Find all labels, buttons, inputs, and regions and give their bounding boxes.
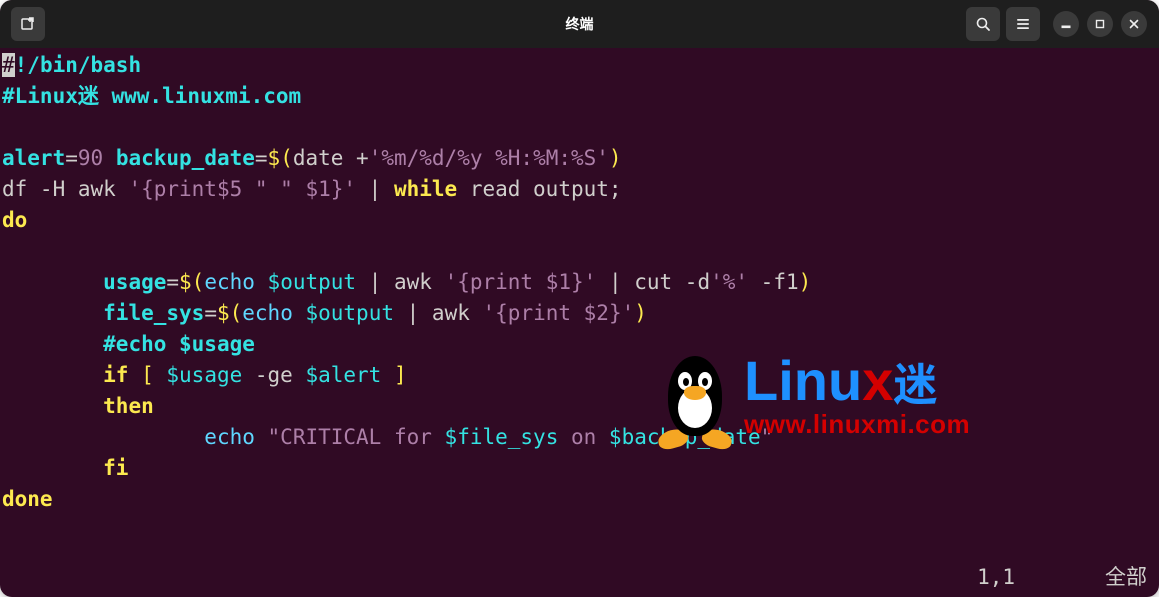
eq: =	[255, 146, 268, 170]
pipe-awk: | awk	[394, 301, 483, 325]
cursor-position: 1,1	[977, 562, 1015, 593]
str-open: "	[268, 425, 281, 449]
menu-button[interactable]	[1006, 7, 1040, 41]
str-close: "	[761, 425, 774, 449]
cmd-echo: echo	[204, 425, 267, 449]
titlebar: 终端	[0, 0, 1159, 48]
sub-close: )	[634, 301, 647, 325]
new-tab-button[interactable]	[11, 7, 45, 41]
str-on: on	[558, 425, 609, 449]
code-line-1: #!/bin/bash	[2, 50, 1157, 81]
var-file-sys: file_sys	[103, 301, 204, 325]
var-usage: usage	[103, 270, 166, 294]
shebang: !/bin/bash	[15, 53, 141, 77]
op-ge: -ge	[242, 363, 305, 387]
code-line-14: fi	[2, 453, 1157, 484]
eq: =	[65, 146, 78, 170]
search-icon	[975, 16, 991, 32]
var-usage: $usage	[166, 363, 242, 387]
hamburger-icon	[1015, 16, 1031, 32]
minimize-button[interactable]	[1053, 11, 1079, 37]
pct-string: '%'	[710, 270, 748, 294]
code-line-5: df -H awk '{print$5 " " $1}' | while rea…	[2, 174, 1157, 205]
indent	[2, 332, 103, 356]
var-alert: alert	[2, 146, 65, 170]
code-line-4: alert=90 backup_date=$(date +'%m/%d/%y %…	[2, 143, 1157, 174]
minimize-icon	[1060, 18, 1072, 30]
maximize-icon	[1094, 18, 1106, 30]
awk-string: '{print $1}'	[445, 270, 597, 294]
sub-open: $(	[268, 146, 293, 170]
pipe-awk: | awk	[356, 270, 445, 294]
awk-string: '{print$5 " " $1}'	[128, 177, 356, 201]
var-file-sys: $file_sys	[445, 425, 559, 449]
var-output: $output	[305, 301, 394, 325]
close-button[interactable]	[1121, 11, 1147, 37]
read-output: read output;	[457, 177, 621, 201]
indent	[2, 456, 103, 480]
cursor: #	[2, 53, 15, 77]
awk-string: '{print $2}'	[483, 301, 635, 325]
var-output: $output	[268, 270, 357, 294]
code-line-9: file_sys=$(echo $output | awk '{print $2…	[2, 298, 1157, 329]
bracket-open: [	[128, 363, 166, 387]
close-icon	[1128, 18, 1140, 30]
indent	[2, 301, 103, 325]
terminal-viewport[interactable]: #!/bin/bash #Linux迷 www.linuxmi.com aler…	[0, 48, 1159, 597]
code-line-12: then	[2, 391, 1157, 422]
code-line-15: done	[2, 484, 1157, 515]
pipe: |	[356, 177, 394, 201]
code-line-6: do	[2, 205, 1157, 236]
indent	[2, 363, 103, 387]
kw-while: while	[394, 177, 457, 201]
kw-if: if	[103, 363, 128, 387]
code-line-3	[2, 112, 1157, 143]
new-tab-icon	[20, 16, 36, 32]
vim-status: 1,1 全部	[977, 562, 1147, 593]
code-line-11: if [ $usage -ge $alert ]	[2, 360, 1157, 391]
sub-open: $(	[217, 301, 242, 325]
bracket-close: ]	[381, 363, 406, 387]
comment-echo-usage: #echo $usage	[103, 332, 255, 356]
cmd-date: date +	[293, 146, 369, 170]
cmd-echo: echo	[204, 270, 267, 294]
var-backup-date: $backup_date	[609, 425, 761, 449]
kw-then: then	[103, 394, 154, 418]
code-line-7	[2, 236, 1157, 267]
var-alert: $alert	[305, 363, 381, 387]
code-line-13: echo "CRITICAL for $file_sys on $backup_…	[2, 422, 1157, 453]
kw-fi: fi	[103, 456, 128, 480]
code-line-10: #echo $usage	[2, 329, 1157, 360]
indent	[2, 394, 103, 418]
cmd-echo: echo	[242, 301, 305, 325]
terminal-window: 终端 #!/bin/bash #Linux迷 www.linuxmi.com a…	[0, 0, 1159, 597]
code-line-8: usage=$(echo $output | awk '{print $1}' …	[2, 267, 1157, 298]
indent	[2, 425, 204, 449]
search-button[interactable]	[966, 7, 1000, 41]
sub-open: $(	[179, 270, 204, 294]
maximize-button[interactable]	[1087, 11, 1113, 37]
scroll-indicator: 全部	[1105, 562, 1147, 593]
date-format-string: '%m/%d/%y %H:%M:%S'	[369, 146, 609, 170]
sub-close: )	[609, 146, 622, 170]
eq: =	[166, 270, 179, 294]
str-critical: CRITICAL for	[280, 425, 444, 449]
pipe-cut: | cut -d	[596, 270, 710, 294]
cmd-df: df -H awk	[2, 177, 128, 201]
sub-close: )	[799, 270, 812, 294]
cut-f1: -f1	[748, 270, 799, 294]
var-backup-date: backup_date	[103, 146, 255, 170]
code-line-2: #Linux迷 www.linuxmi.com	[2, 81, 1157, 112]
eq: =	[204, 301, 217, 325]
num-90: 90	[78, 146, 103, 170]
indent	[2, 270, 103, 294]
